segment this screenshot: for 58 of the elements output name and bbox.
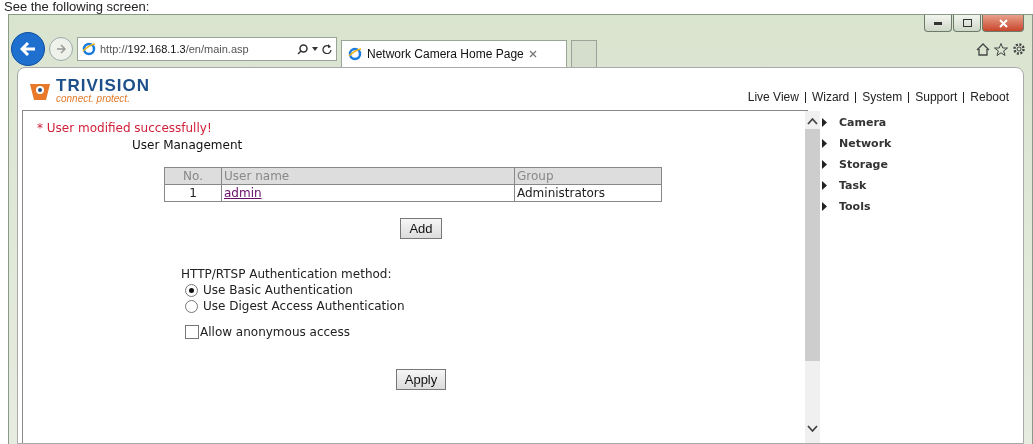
auth-label: HTTP/RTSP Authentication method: <box>181 267 393 281</box>
column-header: No. <box>164 167 222 185</box>
sidebar-item[interactable]: Storage <box>822 158 1023 171</box>
nav-link[interactable]: Wizard <box>811 90 850 104</box>
caret-icon <box>822 181 827 190</box>
sidebar-item[interactable]: Camera <box>822 116 1023 129</box>
nav-link[interactable]: System <box>862 90 903 104</box>
radio-button[interactable] <box>185 283 198 297</box>
add-button[interactable]: Add <box>400 218 442 239</box>
column-header: Group <box>514 167 662 185</box>
maximize-icon <box>962 19 972 27</box>
table-cell: Administrators <box>514 184 662 202</box>
scroll-down-icon[interactable] <box>807 425 818 433</box>
logo-tagline: connect. protect. <box>56 94 131 104</box>
browser-tab[interactable]: Network Camera Home Page <box>341 39 567 67</box>
sidebar-item[interactable]: Network <box>822 137 1023 150</box>
refresh-icon[interactable] <box>322 44 332 54</box>
logo-name: TRIVISION <box>56 77 150 94</box>
star-icon[interactable] <box>994 42 1008 56</box>
sidebar-item[interactable]: Task <box>822 179 1023 192</box>
minimize-button[interactable] <box>924 15 952 32</box>
radio-button[interactable] <box>185 299 198 313</box>
user-link[interactable]: admin <box>224 186 262 200</box>
nav-link[interactable]: Support <box>915 90 958 104</box>
option-label: Use Digest Access Authentication <box>203 299 405 313</box>
close-icon <box>998 18 1008 28</box>
nav-link[interactable]: Reboot <box>970 90 1009 104</box>
right-arrow-icon <box>56 44 66 54</box>
dropdown-icon[interactable] <box>312 47 318 51</box>
left-arrow-icon <box>20 42 36 56</box>
home-icon[interactable] <box>976 42 990 56</box>
back-button[interactable] <box>11 32 45 66</box>
browser-logo-icon <box>348 46 362 61</box>
settings-icon[interactable] <box>1012 42 1026 56</box>
scroll-up-icon[interactable] <box>807 117 818 125</box>
caret-icon <box>822 160 827 169</box>
column-header: User name <box>221 167 515 185</box>
browser-logo-icon <box>82 42 96 56</box>
apply-button[interactable]: Apply <box>395 369 447 390</box>
search-icon[interactable] <box>297 43 308 55</box>
status-message: * User modified successfully! <box>37 121 213 135</box>
nav-link[interactable]: Live View <box>747 90 799 104</box>
caret-icon <box>822 202 827 211</box>
section-title: User Management <box>132 138 244 152</box>
caret-icon <box>822 139 827 148</box>
sidebar-item[interactable]: Tools <box>822 200 1023 213</box>
close-button[interactable] <box>982 15 1024 32</box>
caret-icon <box>822 118 827 127</box>
caption-text: See the following screen: <box>3 0 151 14</box>
table-cell: 1 <box>164 184 222 202</box>
close-icon[interactable] <box>528 49 537 58</box>
maximize-button[interactable] <box>953 15 981 32</box>
scrollbar[interactable] <box>805 111 820 443</box>
option-label: Use Basic Authentication <box>203 283 353 297</box>
checkbox-label: Allow anonymous access <box>200 325 350 339</box>
checkbox[interactable] <box>185 325 199 339</box>
address-field[interactable]: http://192.168.1.3/en/main.asp <box>77 37 337 61</box>
minimize-icon <box>934 21 942 25</box>
